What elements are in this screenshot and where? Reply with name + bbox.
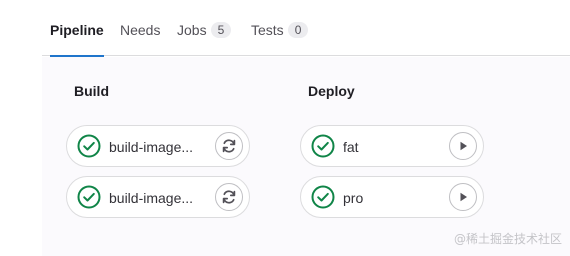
- tab-pipeline[interactable]: Pipeline: [50, 20, 104, 57]
- tab-jobs[interactable]: Jobs 5: [177, 20, 232, 56]
- count-badge: 0: [287, 22, 309, 38]
- play-icon: [460, 141, 467, 151]
- status-passed-icon: [311, 134, 335, 158]
- job-name: build-image...: [109, 190, 194, 206]
- tab-label: Pipeline: [50, 22, 104, 38]
- tab-label: Jobs: [177, 22, 207, 38]
- retry-button[interactable]: [215, 132, 243, 160]
- job-name: build-image...: [109, 139, 194, 155]
- play-button[interactable]: [449, 183, 477, 211]
- status-passed-icon: [311, 185, 335, 209]
- job-pro[interactable]: pro: [300, 176, 484, 218]
- job-name: fat: [343, 139, 359, 155]
- tab-needs[interactable]: Needs: [120, 20, 160, 56]
- status-passed-icon: [77, 134, 101, 158]
- job-build-image-2[interactable]: build-image...: [66, 176, 250, 218]
- job-build-image-1[interactable]: build-image...: [66, 125, 250, 167]
- watermark: @稀土掘金技术社区: [453, 232, 562, 246]
- tab-tests[interactable]: Tests 0: [251, 20, 309, 56]
- retry-button[interactable]: [215, 183, 243, 211]
- stage-title-deploy: Deploy: [308, 83, 355, 99]
- stage-title-build: Build: [74, 83, 109, 99]
- job-fat[interactable]: fat: [300, 125, 484, 167]
- play-icon: [460, 192, 467, 202]
- retry-icon: [222, 190, 236, 204]
- retry-icon: [222, 139, 236, 153]
- job-name: pro: [343, 190, 364, 206]
- play-button[interactable]: [449, 132, 477, 160]
- tab-label: Tests: [251, 22, 284, 38]
- tab-label: Needs: [120, 22, 161, 38]
- pipeline-tabs: Pipeline Needs Jobs 5 Tests 0: [42, 0, 570, 57]
- status-passed-icon: [77, 185, 101, 209]
- count-badge: 5: [210, 22, 232, 38]
